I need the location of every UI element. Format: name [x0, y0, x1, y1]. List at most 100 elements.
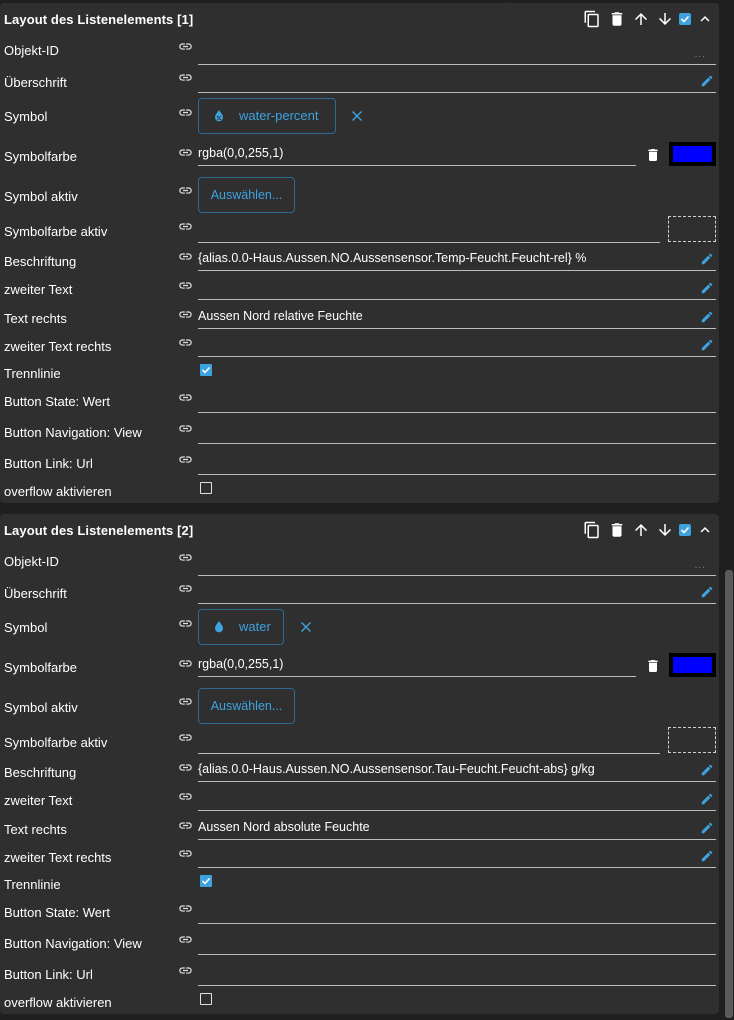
link-icon[interactable] [178, 39, 193, 54]
link-icon[interactable] [178, 550, 193, 565]
link-icon[interactable] [178, 730, 193, 745]
objekt-id-field[interactable]: ... [198, 43, 716, 65]
pencil-icon[interactable] [700, 252, 714, 266]
link-icon[interactable] [178, 789, 193, 804]
button-navigation-field[interactable] [198, 422, 716, 444]
ueberschrift-field[interactable] [198, 582, 716, 604]
color-swatch[interactable] [669, 653, 716, 677]
select-object-button[interactable]: ... [695, 49, 706, 60]
trennlinie-checkbox[interactable] [200, 875, 212, 887]
beschriftung-field[interactable]: {alias.0.0-Haus.Aussen.NO.Aussensensor.T… [198, 249, 716, 271]
symbolfarbe-aktiv-field[interactable] [198, 221, 660, 243]
zweiter-text-field[interactable] [198, 789, 716, 811]
link-icon[interactable] [178, 390, 193, 405]
color-swatch[interactable] [669, 142, 716, 166]
symbolfarbe-value: rgba(0,0,255,1) [198, 657, 284, 671]
zweiter-text-rechts-field[interactable] [198, 846, 716, 868]
trennlinie-checkbox[interactable] [200, 364, 212, 376]
link-icon[interactable] [178, 656, 193, 671]
link-icon[interactable] [178, 183, 193, 198]
text-rechts-field[interactable]: Aussen Nord relative Feuchte [198, 307, 716, 329]
link-icon[interactable] [178, 760, 193, 775]
link-icon[interactable] [178, 70, 193, 85]
button-state-label: Button State: Wert [4, 905, 110, 920]
pencil-icon[interactable] [700, 585, 714, 599]
pencil-icon[interactable] [700, 792, 714, 806]
scrollbar-thumb[interactable] [725, 570, 733, 1018]
select-button-label: Auswählen... [210, 699, 283, 713]
chevron-up-icon[interactable] [696, 10, 714, 28]
beschriftung-label: Beschriftung [4, 254, 77, 269]
link-icon[interactable] [178, 694, 193, 709]
copy-icon[interactable] [583, 10, 601, 28]
button-link-field[interactable] [198, 964, 716, 986]
button-state-field[interactable] [198, 391, 716, 413]
overflow-checkbox[interactable] [200, 482, 212, 494]
pencil-icon[interactable] [700, 821, 714, 835]
beschriftung-field[interactable]: {alias.0.0-Haus.Aussen.NO.Aussensensor.T… [198, 760, 716, 782]
link-icon[interactable] [178, 335, 193, 350]
arrow-down-icon[interactable] [656, 521, 674, 539]
button-link-field[interactable] [198, 453, 716, 475]
copy-icon[interactable] [583, 521, 601, 539]
symbolfarbe-field[interactable]: rgba(0,0,255,1) [198, 144, 636, 166]
select-object-button[interactable]: ... [695, 560, 706, 571]
link-icon[interactable] [178, 932, 193, 947]
text-rechts-field[interactable]: Aussen Nord absolute Feuchte [198, 818, 716, 840]
trash-icon[interactable] [645, 146, 661, 164]
arrow-up-icon[interactable] [632, 10, 650, 28]
overflow-checkbox[interactable] [200, 993, 212, 1005]
panel-header: Layout des Listenelements [2] [0, 514, 719, 546]
symbol-aktiv-select-button[interactable]: Auswählen... [198, 177, 295, 213]
button-state-field[interactable] [198, 902, 716, 924]
checkbox-icon[interactable] [679, 524, 691, 536]
pencil-icon[interactable] [700, 281, 714, 295]
beschriftung-value: {alias.0.0-Haus.Aussen.NO.Aussensensor.T… [198, 251, 587, 265]
list-element-panel-2: Layout des Listenelements [2] Objekt-ID … [0, 514, 719, 1014]
zweiter-text-rechts-field[interactable] [198, 335, 716, 357]
button-navigation-label: Button Navigation: View [4, 425, 142, 440]
objekt-id-field[interactable]: ... [198, 554, 716, 576]
color-swatch-empty[interactable] [668, 727, 716, 753]
overflow-label: overflow aktivieren [4, 995, 112, 1010]
arrow-up-icon[interactable] [632, 521, 650, 539]
clear-symbol-icon[interactable] [300, 621, 312, 633]
clear-symbol-icon[interactable] [351, 110, 363, 122]
link-icon[interactable] [178, 616, 193, 631]
link-icon[interactable] [178, 846, 193, 861]
symbolfarbe-aktiv-field[interactable] [198, 732, 660, 754]
color-swatch-empty[interactable] [668, 216, 716, 242]
link-icon[interactable] [178, 145, 193, 160]
arrow-down-icon[interactable] [656, 10, 674, 28]
trash-icon[interactable] [645, 657, 661, 675]
trash-icon[interactable] [608, 10, 626, 28]
link-icon[interactable] [178, 307, 193, 322]
button-navigation-label: Button Navigation: View [4, 936, 142, 951]
pencil-icon[interactable] [700, 74, 714, 88]
link-icon[interactable] [178, 278, 193, 293]
pencil-icon[interactable] [700, 849, 714, 863]
link-icon[interactable] [178, 963, 193, 978]
link-icon[interactable] [178, 581, 193, 596]
chevron-up-icon[interactable] [696, 521, 714, 539]
button-navigation-field[interactable] [198, 933, 716, 955]
link-icon[interactable] [178, 105, 193, 120]
pencil-icon[interactable] [700, 763, 714, 777]
ueberschrift-field[interactable] [198, 71, 716, 93]
symbol-select-button[interactable]: water [198, 609, 284, 645]
link-icon[interactable] [178, 249, 193, 264]
zweiter-text-field[interactable] [198, 278, 716, 300]
trash-icon[interactable] [608, 521, 626, 539]
link-icon[interactable] [178, 901, 193, 916]
checkbox-icon[interactable] [679, 13, 691, 25]
symbolfarbe-field[interactable]: rgba(0,0,255,1) [198, 655, 636, 677]
overflow-label: overflow aktivieren [4, 484, 112, 499]
link-icon[interactable] [178, 421, 193, 436]
link-icon[interactable] [178, 818, 193, 833]
symbol-select-button[interactable]: water-percent [198, 98, 336, 134]
symbol-aktiv-select-button[interactable]: Auswählen... [198, 688, 295, 724]
pencil-icon[interactable] [700, 310, 714, 324]
pencil-icon[interactable] [700, 338, 714, 352]
link-icon[interactable] [178, 219, 193, 234]
link-icon[interactable] [178, 452, 193, 467]
